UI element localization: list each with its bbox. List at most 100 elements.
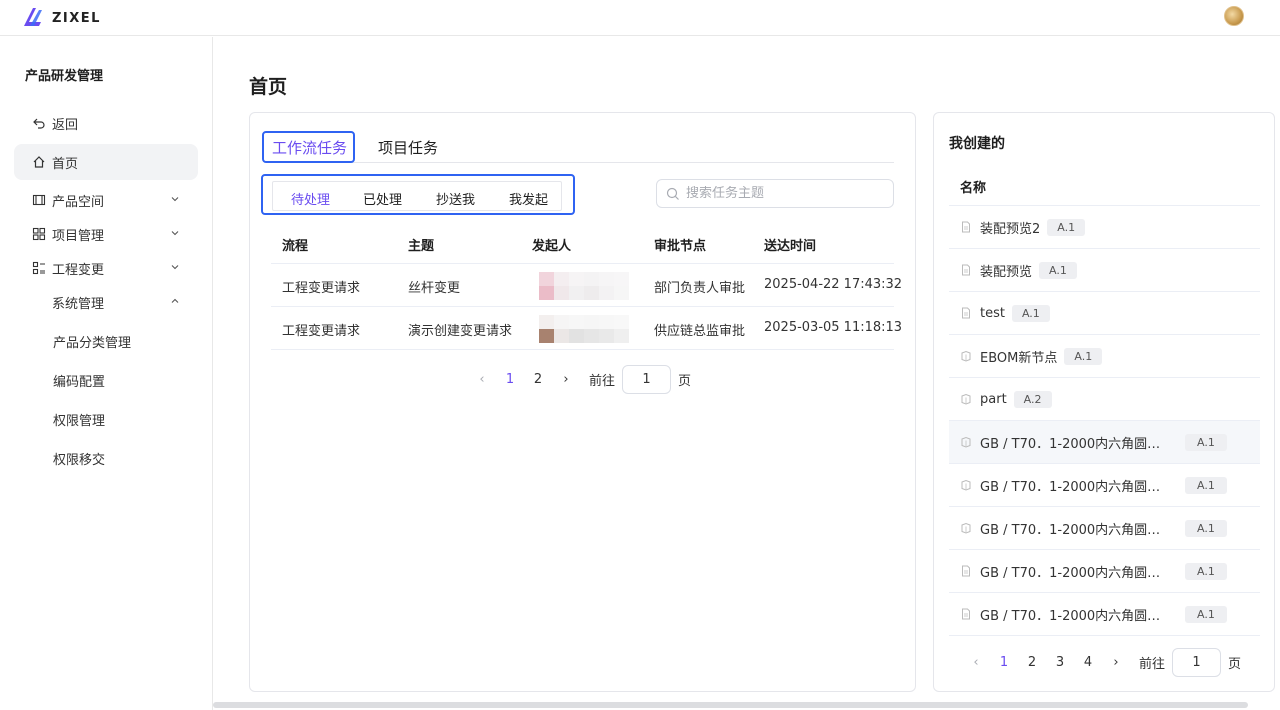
item-name: GB / T70．1-2000内六角圆柱头螺钉 <box>980 565 1173 581</box>
goto-label: 前往 <box>589 374 616 389</box>
sidebar-subitem-code-config[interactable]: 编码配置 <box>53 371 105 390</box>
chevron-down-icon <box>171 231 179 236</box>
table-header: 流程 主题 发起人 审批节点 送达时间 <box>271 221 894 264</box>
sidebar-item-product-space[interactable]: 产品空间 <box>14 182 198 218</box>
sidebar-item-label: 产品空间 <box>52 194 105 210</box>
page-number[interactable]: 4 <box>1074 655 1102 670</box>
task-card: 工作流任务 项目任务 待处理 已处理 抄送我 我发起 流程 主题 发起人 审批节… <box>249 112 916 692</box>
task-search-box[interactable] <box>656 179 894 208</box>
prev-page-icon[interactable]: ‹ <box>468 372 496 387</box>
document-icon <box>960 608 972 620</box>
segment-pending[interactable]: 待处理 <box>291 189 330 208</box>
grid-icon <box>32 227 46 241</box>
list-item[interactable]: 装配预览2 A.1 <box>949 206 1260 249</box>
list-item[interactable]: test A.1 <box>949 292 1260 335</box>
chevron-up-icon <box>171 298 179 303</box>
cell-time: 2025-04-22 17:43:32 <box>764 277 903 292</box>
my-created-card: 我创建的 名称 装配预览2 A.1 装配预览 A.1 test A.1 EBOM… <box>933 112 1275 692</box>
item-name: GB / T70．1-2000内六角圆柱头螺钉 <box>980 436 1173 452</box>
item-name: part <box>980 391 1007 407</box>
tab-workflow-tasks[interactable]: 工作流任务 <box>272 137 347 158</box>
version-badge: A.1 <box>1185 519 1227 537</box>
cell-time: 2025-03-05 11:18:13 <box>764 320 903 335</box>
sidebar-item-back[interactable]: 返回 <box>14 105 198 141</box>
list-item[interactable]: GB / T70．1-2000内六角圆柱头螺钉 A.1 <box>949 550 1260 593</box>
list-item[interactable]: GB / T70．1-2000内六角圆柱头螺钉 A.1 <box>949 593 1260 636</box>
sidebar-item-system-management[interactable]: 系统管理 <box>14 284 198 320</box>
page-number[interactable]: 2 <box>524 372 552 387</box>
goto-label: 前往 <box>1139 657 1166 672</box>
list-item[interactable]: GB / T70．1-2000内六角圆柱头螺钉 A.1 <box>949 464 1260 507</box>
part-icon <box>960 436 972 448</box>
created-pagination: ‹ 1 2 3 4 › 前往 1 页 <box>962 648 1241 677</box>
column-header: 流程 <box>282 239 309 254</box>
list-item[interactable]: GB / T70．1-2000内六角圆柱头螺钉 A.1 <box>949 507 1260 550</box>
version-badge: A.1 <box>1039 261 1077 279</box>
column-header: 主题 <box>408 239 435 254</box>
version-badge: A.1 <box>1185 605 1227 623</box>
version-badge: A.1 <box>1011 304 1050 322</box>
goto-page-input[interactable]: 1 <box>622 365 672 394</box>
segment-initiated[interactable]: 我发起 <box>509 189 548 208</box>
cell-node: 部门负责人审批 <box>654 281 746 296</box>
zixel-logo-icon <box>24 8 42 26</box>
page-title: 首页 <box>249 76 288 98</box>
cell-subject[interactable]: 演示创建变更请求 <box>408 320 512 339</box>
task-search-input[interactable] <box>686 186 886 201</box>
list-icon <box>32 261 46 275</box>
task-pagination: ‹ 1 2 › 前往 1 页 <box>468 365 691 394</box>
user-avatar[interactable] <box>1224 6 1244 26</box>
column-header: 送达时间 <box>764 239 817 254</box>
item-name: EBOM新节点 <box>980 350 1058 366</box>
sidebar-subitem-permission-management[interactable]: 权限管理 <box>53 410 105 429</box>
segment-processed[interactable]: 已处理 <box>363 189 402 208</box>
sidebar-subitem-permission-transfer[interactable]: 权限移交 <box>53 449 105 468</box>
table-row[interactable]: 工程变更请求 丝杆变更 部门负责人审批 2025-04-22 17:43:32 <box>271 264 902 307</box>
tab-project-tasks[interactable]: 项目任务 <box>378 137 438 158</box>
list-item[interactable]: part A.2 <box>949 378 1260 421</box>
column-header: 审批节点 <box>654 239 707 254</box>
item-name: test <box>980 305 1005 321</box>
goto-page-input[interactable]: 1 <box>1172 648 1222 677</box>
prev-page-icon[interactable]: ‹ <box>962 655 990 670</box>
item-name: 装配预览 <box>980 264 1033 280</box>
brand-logo[interactable]: ZIXEL <box>20 5 101 31</box>
list-item[interactable]: 装配预览 A.1 <box>949 249 1260 292</box>
cell-subject[interactable]: 丝杆变更 <box>408 277 460 296</box>
document-icon <box>960 565 972 577</box>
part-icon <box>960 479 972 491</box>
sidebar-item-label: 首页 <box>52 156 79 172</box>
search-icon <box>666 187 679 200</box>
horizontal-scrollbar[interactable] <box>213 702 1248 708</box>
list-item[interactable]: GB / T70．1-2000内六角圆柱头螺钉 A.1 <box>949 421 1260 464</box>
blurred-initiator <box>539 315 629 343</box>
sidebar-item-label: 系统管理 <box>52 296 105 312</box>
card-title: 我创建的 <box>949 136 1005 152</box>
top-bar: ZIXEL <box>0 0 1280 36</box>
home-icon <box>32 155 46 169</box>
sidebar-item-project-management[interactable]: 项目管理 <box>14 216 198 252</box>
chevron-down-icon <box>171 197 179 202</box>
table-row[interactable]: 工程变更请求 演示创建变更请求 供应链总监审批 2025-03-05 11:18… <box>271 307 902 350</box>
next-page-icon[interactable]: › <box>1102 655 1130 670</box>
list-item[interactable]: EBOM新节点 A.1 <box>949 335 1260 378</box>
cell-node: 供应链总监审批 <box>654 324 746 339</box>
task-tabs: 工作流任务 项目任务 <box>271 113 894 163</box>
segment-cc-me[interactable]: 抄送我 <box>436 189 475 208</box>
sidebar-subitem-product-category[interactable]: 产品分类管理 <box>53 332 131 351</box>
page-number[interactable]: 1 <box>496 372 524 387</box>
chevron-down-icon <box>171 265 179 270</box>
version-badge: A.1 <box>1185 562 1227 580</box>
part-icon <box>960 393 972 405</box>
page-number[interactable]: 1 <box>990 655 1018 670</box>
page-number[interactable]: 3 <box>1046 655 1074 670</box>
sidebar-item-home[interactable]: 首页 <box>14 144 198 180</box>
document-icon <box>960 221 972 233</box>
page-number[interactable]: 2 <box>1018 655 1046 670</box>
sidebar: 产品研发管理 返回 首页 产品空间 项目管理 工程变更 系统管理 产品分类管理 … <box>0 37 213 710</box>
page-suffix: 页 <box>1228 657 1242 672</box>
back-arrow-icon <box>32 116 46 130</box>
next-page-icon[interactable]: › <box>552 372 580 387</box>
sidebar-item-engineering-change[interactable]: 工程变更 <box>14 250 198 286</box>
column-header: 名称 <box>960 181 987 196</box>
